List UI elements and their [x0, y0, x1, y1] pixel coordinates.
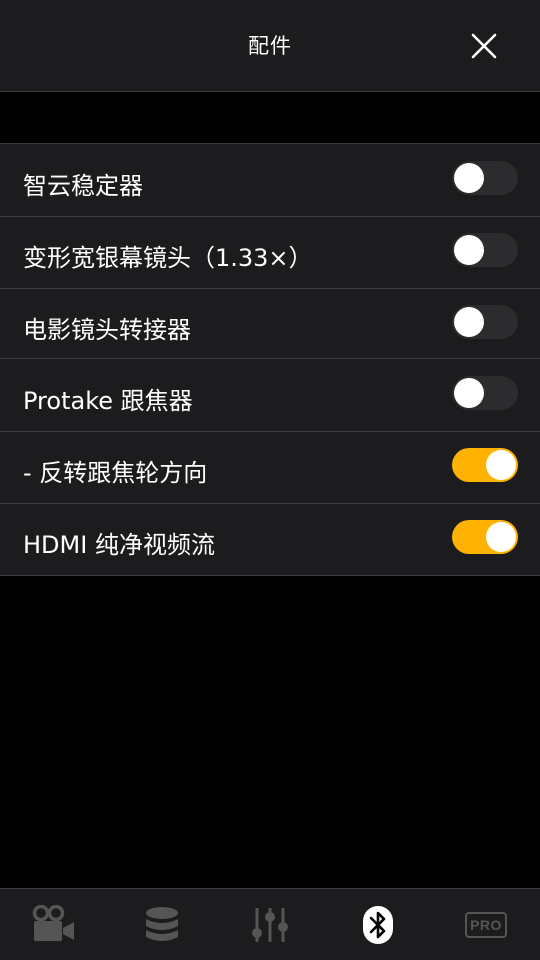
accessories-screen: 配件 智云稳定器 变形宽银幕镜头（1.33×） 电影镜头转接器 Protake …	[0, 0, 540, 960]
setting-label: Protake 跟焦器	[23, 387, 193, 415]
setting-row-hdmi-clean-output: HDMI 纯净视频流	[0, 503, 540, 575]
sliders-icon	[252, 907, 288, 942]
close-button[interactable]	[462, 24, 506, 68]
toggle-knob	[454, 163, 484, 193]
close-icon	[471, 33, 497, 59]
tab-bluetooth[interactable]	[324, 889, 432, 960]
setting-row-lens-adapter: 电影镜头转接器	[0, 288, 540, 360]
toggle-knob	[454, 378, 484, 408]
anamorphic-lens-toggle[interactable]	[452, 233, 518, 267]
toggle-knob	[486, 450, 516, 480]
reverse-focus-wheel-toggle[interactable]	[452, 448, 518, 482]
tab-storage[interactable]	[108, 889, 216, 960]
toggle-knob	[486, 522, 516, 552]
tab-adjustments[interactable]	[216, 889, 324, 960]
pro-badge-icon: PRO	[465, 911, 507, 938]
settings-group-1: 智云稳定器 变形宽银幕镜头（1.33×） 电影镜头转接器	[0, 143, 540, 361]
setting-label: HDMI 纯净视频流	[23, 531, 215, 559]
settings-group-2: Protake 跟焦器 - 反转跟焦轮方向 HDMI 纯净视频流	[0, 358, 540, 576]
bottom-tab-bar: PRO	[0, 888, 540, 960]
follow-focus-toggle[interactable]	[452, 376, 518, 410]
setting-label: - 反转跟焦轮方向	[23, 459, 208, 487]
setting-row-follow-focus: Protake 跟焦器	[0, 359, 540, 431]
tab-camera[interactable]	[0, 889, 108, 960]
header: 配件	[0, 0, 540, 92]
setting-label: 电影镜头转接器	[23, 316, 191, 344]
setting-row-stabilizer: 智云稳定器	[0, 144, 540, 216]
setting-label: 变形宽银幕镜头（1.33×）	[23, 244, 313, 272]
stabilizer-toggle[interactable]	[452, 161, 518, 195]
setting-label: 智云稳定器	[23, 172, 143, 200]
bluetooth-icon	[363, 905, 393, 944]
toggle-knob	[454, 307, 484, 337]
hdmi-clean-output-toggle[interactable]	[452, 520, 518, 554]
toggle-knob	[454, 235, 484, 265]
video-camera-icon	[32, 904, 74, 941]
setting-row-reverse-focus-wheel: - 反转跟焦轮方向	[0, 431, 540, 503]
lens-adapter-toggle[interactable]	[452, 305, 518, 339]
page-title: 配件	[248, 34, 292, 58]
database-icon	[146, 906, 178, 941]
tab-pro[interactable]: PRO	[432, 889, 540, 960]
setting-row-anamorphic-lens: 变形宽银幕镜头（1.33×）	[0, 216, 540, 288]
